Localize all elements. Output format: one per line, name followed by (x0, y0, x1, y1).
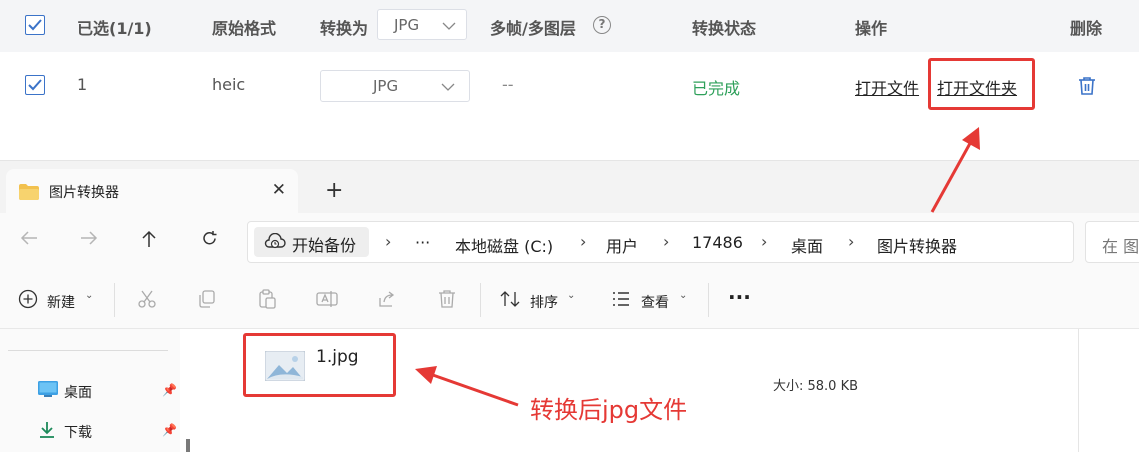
arrow-to-file (429, 372, 519, 407)
arrow-to-open-folder (930, 137, 975, 213)
arrowhead-icon (415, 366, 437, 384)
annotation-arrows (415, 127, 980, 407)
arrowhead-icon (962, 127, 980, 150)
